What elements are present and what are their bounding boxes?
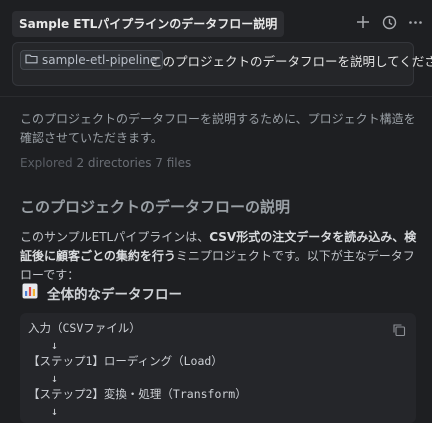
- section-heading-text: 全体的なデータフロー: [47, 287, 182, 303]
- code-line: ↓: [28, 338, 58, 352]
- code-line: ↓: [28, 404, 58, 418]
- explored-summary[interactable]: Explored 2 directories 7 files: [20, 156, 191, 170]
- code-block: 入力（CSVファイル） ↓ 【ステップ1】ローディング（Load） ↓ 【ステッ…: [20, 313, 416, 423]
- bar-chart-icon: [22, 283, 38, 303]
- response-intro: このプロジェクトのデータフローを説明するために、プロジェクト構造を確認させていた…: [20, 112, 416, 145]
- code-line: 【ステップ2】変換・処理（Transform）: [28, 387, 247, 401]
- conversation-title[interactable]: Sample ETLパイプラインのデータフロー説明: [12, 11, 285, 37]
- prompt-text: このプロジェクトのデータフローを説明してください: [150, 54, 432, 69]
- section-heading: 全体的なデータフロー: [22, 283, 182, 303]
- response-paragraph: このサンプルETLパイプラインは、CSV形式の注文データを読み込み、検証後に顧客…: [20, 228, 420, 285]
- top-bar: Sample ETLパイプラインのデータフロー説明: [0, 0, 432, 44]
- more-icon[interactable]: [406, 13, 424, 31]
- top-actions: [354, 13, 424, 31]
- explored-label: Explored: [20, 156, 73, 170]
- repo-chip[interactable]: sample-etl-pipeline: [20, 50, 164, 70]
- plus-icon[interactable]: [354, 13, 372, 31]
- explored-detail: 2 directories 7 files: [76, 156, 192, 170]
- response-heading: このプロジェクトのデータフローの説明: [20, 198, 291, 216]
- divider: [0, 96, 432, 97]
- user-prompt: sample-etl-pipeline このプロジェクトのデータフローを説明して…: [12, 42, 432, 86]
- code-line: ↓: [28, 371, 58, 385]
- folder-icon: [25, 53, 38, 67]
- history-icon[interactable]: [380, 13, 398, 31]
- code-line: 入力（CSVファイル）: [28, 321, 141, 335]
- repo-chip-label: sample-etl-pipeline: [42, 53, 158, 67]
- code-line: 【ステップ1】ローディング（Load）: [28, 354, 223, 368]
- paragraph-text-1: このサンプルETLパイプラインは、: [20, 230, 210, 244]
- copy-icon[interactable]: [392, 323, 406, 337]
